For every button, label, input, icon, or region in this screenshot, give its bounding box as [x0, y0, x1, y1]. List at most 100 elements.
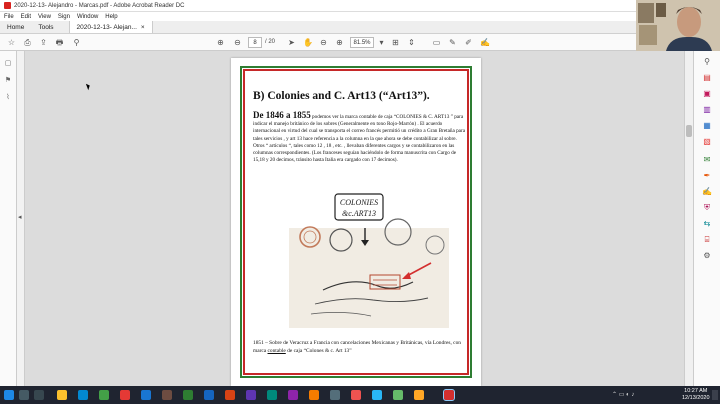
menu-view[interactable]: View — [38, 14, 51, 20]
clock-time: 10:27 AM — [684, 388, 708, 394]
postal-cover-illustration: COLONIES &c.ART13 — [253, 190, 466, 332]
task-view-icon[interactable] — [34, 390, 44, 400]
tab-tools[interactable]: Tools — [31, 21, 60, 33]
organize-pages-icon[interactable]: ▦ — [702, 121, 712, 130]
cover-scan: COLONIES &c.ART13 — [289, 193, 449, 328]
vertical-scrollbar[interactable] — [684, 51, 693, 386]
app-icon-brown[interactable] — [162, 390, 172, 400]
menu-help[interactable]: Help — [105, 14, 117, 20]
comment-tool-icon[interactable]: ✉ — [702, 155, 712, 164]
next-page-icon[interactable]: ⊖ — [233, 38, 242, 47]
app-icon-orange[interactable] — [309, 390, 319, 400]
word-icon[interactable] — [204, 390, 214, 400]
page-total: / 20 — [265, 39, 276, 45]
protect-icon[interactable]: ⛨ — [702, 203, 712, 212]
fit-page-icon[interactable]: ⊞ — [391, 38, 400, 47]
menu-window[interactable]: Window — [77, 14, 98, 20]
edit-pdf-icon[interactable]: ▧ — [702, 137, 712, 146]
tab-document-label: 2020-12-13- Alejan... — [76, 23, 137, 31]
menu-sign[interactable]: Sign — [58, 14, 70, 20]
upload-icon[interactable]: ⇪ — [39, 38, 48, 47]
app-icon-teal[interactable] — [267, 390, 277, 400]
title-bar: 2020-12-13- Alejandro - Marcas.pdf - Ado… — [0, 0, 636, 12]
file-explorer-icon[interactable] — [57, 390, 67, 400]
toolbar: ☆ ⎙ ⇪ 🖶 ⚲ ⊕ ⊖ 8 / 20 ➤ ✋ ⊖ ⊕ 81.5% ▾ ⊞ ⇕… — [0, 34, 636, 51]
zoom-out-icon[interactable]: ⊖ — [319, 38, 328, 47]
stamp-enlargement-line1: COLONIES — [340, 198, 378, 207]
search-taskbar-icon[interactable] — [19, 390, 29, 400]
scrollbar-thumb[interactable] — [686, 125, 692, 137]
powerpoint-icon[interactable] — [225, 390, 235, 400]
bookmark-star-icon[interactable]: ☆ — [7, 38, 16, 47]
close-tab-icon[interactable]: × — [141, 24, 145, 31]
menu-bar: File Edit View Sign Window Help — [0, 12, 636, 21]
app-icon-lightblue[interactable] — [372, 390, 382, 400]
edge-icon[interactable] — [78, 390, 88, 400]
system-tray-icons[interactable]: ⌃ ▭ ◐ ♪ — [612, 391, 634, 398]
presenter-video — [636, 0, 720, 51]
acrobat-icon — [4, 2, 11, 9]
draw-icon[interactable]: ✐ — [464, 38, 473, 47]
app-icon-pink[interactable] — [351, 390, 361, 400]
select-cursor-icon[interactable]: ➤ — [287, 38, 296, 47]
date-range-lead: De 1846 a 1855 — [253, 110, 311, 120]
zoom-dropdown-icon[interactable]: ▾ — [377, 38, 386, 47]
notifications-icon[interactable] — [712, 390, 718, 400]
page-thumbnails-icon[interactable]: ▢ — [4, 59, 12, 68]
search-icon[interactable]: ⚲ — [72, 38, 81, 47]
send-for-signature-icon[interactable]: ✍ — [702, 187, 712, 196]
scan-ocr-icon[interactable]: ⌸ — [702, 235, 712, 244]
export-pdf-icon[interactable]: ▤ — [702, 73, 712, 82]
caption-text-b: contable — [267, 348, 286, 354]
hand-tool-icon[interactable]: ✋ — [303, 38, 313, 47]
right-tools-pane: ⚲ ▤ ▣ ▥ ▦ ▧ ✉ ✒ ✍ ⛨ ⇆ ⌸ ⚙ — [693, 51, 720, 386]
create-pdf-icon[interactable]: ⎙ — [23, 38, 32, 47]
left-navigation-pane: ▢ ⚑ ⌇ — [0, 51, 17, 386]
tab-home[interactable]: Home — [0, 21, 31, 33]
app-icon-purple[interactable] — [288, 390, 298, 400]
stamp-enlargement-line2: &c.ART13 — [342, 209, 376, 218]
teams-icon[interactable] — [246, 390, 256, 400]
webcam-overlay — [636, 0, 720, 51]
clock[interactable]: 10:27 AM 12/13/2020 — [682, 388, 710, 402]
chrome-icon[interactable] — [99, 390, 109, 400]
zoom-level-select[interactable]: 81.5% — [350, 37, 374, 48]
acrobat-taskbar-icon[interactable] — [443, 389, 455, 401]
paragraph-text: podemos ver la marca contable de caja “C… — [253, 114, 466, 164]
left-pane-toggle[interactable]: ◂ — [17, 51, 25, 386]
app-icon-green[interactable] — [393, 390, 403, 400]
windows-taskbar: ⌃ ▭ ◐ ♪ 10:27 AM 12/13/2020 — [0, 386, 720, 404]
more-tools-icon[interactable]: ⚙ — [702, 251, 712, 260]
app-icon-red[interactable] — [120, 390, 130, 400]
previous-page-icon[interactable]: ⊕ — [216, 38, 225, 47]
figure-caption: 1851 – Sobre de Veracruz a Francia con c… — [253, 339, 466, 355]
print-icon[interactable]: 🖶 — [55, 38, 64, 47]
tab-bar: Home Tools 2020-12-13- Alejan... × — [0, 21, 636, 34]
outlook-icon[interactable] — [141, 390, 151, 400]
page-number-input[interactable]: 8 — [248, 37, 262, 48]
scroll-mode-icon[interactable]: ⇕ — [407, 38, 416, 47]
fill-sign-icon[interactable]: ✒ — [702, 171, 712, 180]
chevron-left-icon[interactable]: ◂ — [18, 213, 22, 221]
window-title: 2020-12-13- Alejandro - Marcas.pdf - Ado… — [14, 2, 185, 9]
attachments-icon[interactable]: ⌇ — [4, 93, 12, 102]
comment-icon[interactable]: ▭ — [432, 38, 441, 47]
start-icon[interactable] — [4, 390, 14, 400]
app-icon-amber[interactable] — [414, 390, 424, 400]
highlight-pen-icon[interactable]: ✎ — [448, 38, 457, 47]
share-icon[interactable]: ⇆ — [702, 219, 712, 228]
search-tool-icon[interactable]: ⚲ — [702, 57, 712, 66]
zoom-in-icon[interactable]: ⊕ — [335, 38, 344, 47]
menu-file[interactable]: File — [4, 14, 14, 20]
menu-edit[interactable]: Edit — [21, 14, 31, 20]
combine-files-icon[interactable]: ▥ — [702, 105, 712, 114]
tab-document[interactable]: 2020-12-13- Alejan... × — [68, 21, 153, 33]
sign-icon[interactable]: ✍ — [480, 38, 490, 47]
clock-date: 12/13/2020 — [682, 395, 710, 401]
excel-icon[interactable] — [183, 390, 193, 400]
app-icon-gray[interactable] — [330, 390, 340, 400]
caption-text-c: de caja “Colones & c. Art 13” — [285, 348, 352, 354]
create-pdf-tool-icon[interactable]: ▣ — [702, 89, 712, 98]
bookmarks-icon[interactable]: ⚑ — [4, 76, 12, 85]
section-heading: B) Colonies and C. Art13 (“Art13”). — [253, 90, 430, 102]
